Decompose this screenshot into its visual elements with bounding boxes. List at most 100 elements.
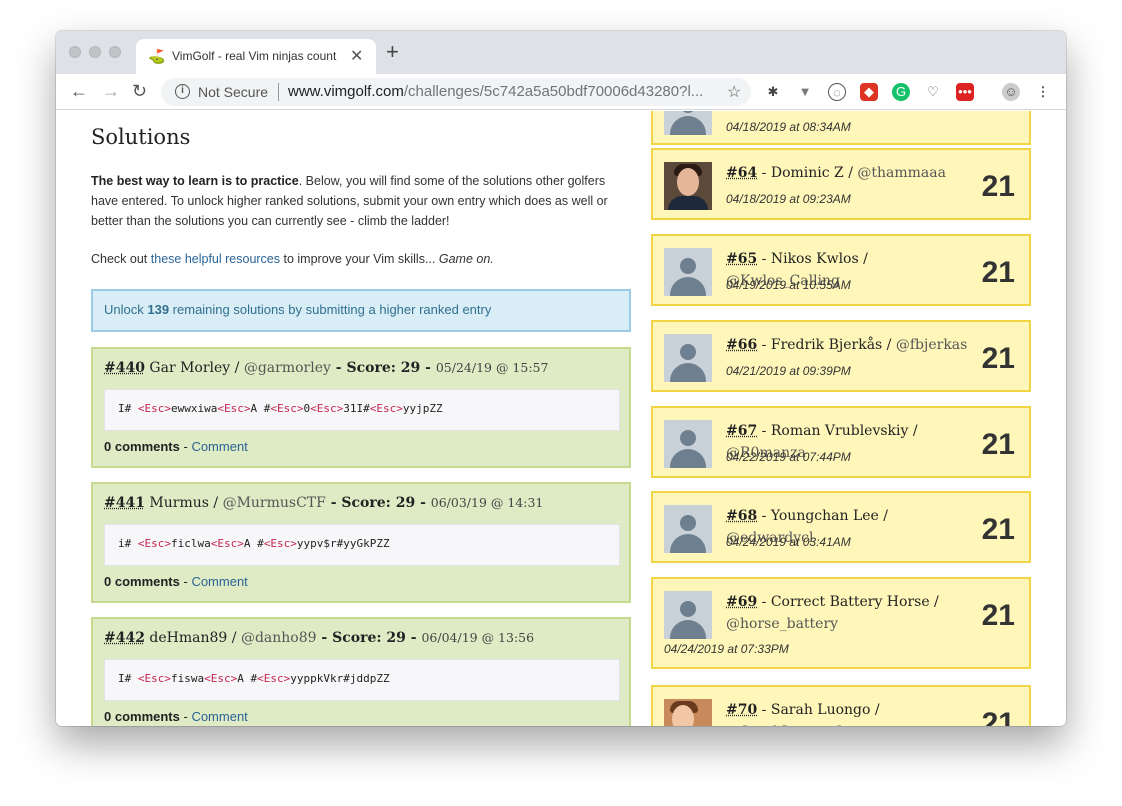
bookmark-star-icon[interactable]: ☆ bbox=[727, 82, 741, 102]
keystroke-text: I# bbox=[118, 672, 138, 685]
solution-number-link[interactable]: #442 bbox=[104, 630, 145, 646]
resources-link[interactable]: these helpful resources bbox=[151, 252, 280, 266]
leaderboard-entry: #65 - Nikos Kwlos / @Kwlos_Calling 04/19/… bbox=[651, 234, 1031, 306]
entry-score: 21 bbox=[981, 170, 1015, 203]
avatar-head bbox=[680, 515, 696, 531]
entry-number-link[interactable]: #65 bbox=[726, 251, 757, 267]
zoom-window-button[interactable] bbox=[109, 46, 121, 58]
solution-footer: 0 comments - Comment bbox=[104, 574, 248, 589]
tab-title: VimGolf - real Vim ninjas count bbox=[172, 49, 337, 63]
vue-extension-icon[interactable]: ▼ bbox=[796, 83, 814, 101]
avatar-head bbox=[680, 111, 696, 113]
unlock-alert: Unlock 139 remaining solutions by submit… bbox=[91, 289, 631, 332]
solution-card: #440 Gar Morley / @garmorley - Score: 29… bbox=[91, 347, 631, 468]
avatar bbox=[664, 591, 712, 639]
avatar bbox=[664, 111, 712, 135]
game-on-text: Game on. bbox=[438, 252, 494, 266]
gear-extension-icon[interactable]: ✱ bbox=[764, 83, 782, 101]
solution-handle[interactable]: @danho89 bbox=[241, 630, 317, 646]
grammarly-extension-icon[interactable]: G bbox=[892, 83, 910, 101]
entry-handle[interactable]: @thammaaa bbox=[857, 165, 946, 181]
solution-keystrokes: I# <Esc>fiswa<Esc>A #<Esc>yyppkVkr#jddpZ… bbox=[104, 659, 620, 701]
octotree-extension-icon[interactable]: ◌ bbox=[828, 83, 846, 101]
entry-number-link[interactable]: #69 bbox=[726, 594, 757, 610]
minimize-window-button[interactable] bbox=[89, 46, 101, 58]
keystroke-text: A # bbox=[237, 672, 258, 685]
avatar-face bbox=[677, 168, 699, 196]
remaining-count: 139 bbox=[147, 302, 170, 317]
solution-score: - Score: 29 - bbox=[316, 630, 422, 646]
entry-number-link[interactable]: #67 bbox=[726, 423, 757, 439]
entry-date: 04/22/2019 at 07:44PM bbox=[726, 450, 851, 464]
comment-link[interactable]: Comment bbox=[191, 439, 247, 454]
tab-bar: ⛳ VimGolf - real Vim ninjas count ✕ + bbox=[56, 31, 1066, 74]
comments-count: 0 comments bbox=[104, 439, 180, 454]
kebab-menu-icon[interactable]: ⋮ bbox=[1034, 83, 1052, 101]
entry-title: #69 - Correct Battery Horse / @horse_bat… bbox=[726, 591, 941, 635]
close-tab-icon[interactable]: ✕ bbox=[350, 46, 363, 66]
avatar-body bbox=[670, 449, 706, 468]
entry-score: 21 bbox=[981, 342, 1015, 375]
solution-author: Murmus / bbox=[144, 495, 223, 511]
profile-avatar-icon[interactable]: ☺ bbox=[1002, 83, 1020, 101]
address-separator bbox=[278, 83, 279, 101]
avatar-shirt bbox=[668, 196, 708, 210]
footer-sep: - bbox=[179, 439, 192, 454]
solution-card: #441 Murmus / @MurmusCTF - Score: 29 - 0… bbox=[91, 482, 631, 603]
comments-count: 0 comments bbox=[104, 709, 180, 724]
solution-date: 06/04/19 @ 13:56 bbox=[421, 630, 535, 645]
entry-score: 21 bbox=[981, 428, 1015, 461]
leaderboard-entry: #69 - Correct Battery Horse / @horse_bat… bbox=[651, 577, 1031, 669]
comment-link[interactable]: Comment bbox=[191, 709, 247, 724]
info-icon[interactable]: i bbox=[175, 84, 190, 99]
browser-tab[interactable]: ⛳ VimGolf - real Vim ninjas count ✕ bbox=[136, 39, 376, 74]
esc-key: <Esc> bbox=[137, 402, 171, 415]
solution-handle[interactable]: @garmorley bbox=[244, 360, 331, 376]
entry-title: #70 - Sarah Luongo / @SarahLuongo3 bbox=[726, 699, 976, 726]
entry-name: - Fredrik Bjerkås / bbox=[757, 337, 896, 353]
address-bar[interactable]: i Not Secure www.vimgolf.com/challenges/… bbox=[161, 78, 751, 106]
reload-icon[interactable]: ↻ bbox=[132, 81, 147, 101]
avatar-face bbox=[672, 705, 694, 726]
entry-date: 04/18/2019 at 09:23AM bbox=[726, 192, 851, 206]
url-text[interactable]: www.vimgolf.com/challenges/5c742a5a50bdf… bbox=[288, 83, 703, 100]
avatar bbox=[664, 334, 712, 382]
solution-number-link[interactable]: #441 bbox=[104, 495, 145, 511]
avatar-body bbox=[670, 534, 706, 553]
avatar-body bbox=[670, 277, 706, 296]
solution-score: - Score: 29 - bbox=[325, 495, 431, 511]
entry-name: - Youngchan Lee / bbox=[757, 508, 889, 524]
esc-key: <Esc> bbox=[310, 402, 344, 415]
entry-date: 04/18/2019 at 08:34AM bbox=[726, 120, 851, 134]
alert-post: remaining solutions by submitting a high… bbox=[169, 302, 492, 317]
entry-date: 04/24/2019 at 03:41AM bbox=[726, 535, 851, 549]
pocket-extension-icon[interactable]: ♡ bbox=[924, 83, 942, 101]
leaderboard-entry: 04/18/2019 at 08:34AM bbox=[651, 111, 1031, 145]
page-content: Solutions The best way to learn is to pr… bbox=[56, 111, 1066, 726]
comment-link[interactable]: Comment bbox=[191, 574, 247, 589]
solution-date: 06/03/19 @ 14:31 bbox=[430, 495, 544, 510]
back-icon[interactable]: ← bbox=[70, 81, 88, 101]
forward-icon[interactable]: → bbox=[102, 81, 120, 101]
solution-handle[interactable]: @MurmusCTF bbox=[223, 495, 326, 511]
lastpass-extension-icon[interactable]: ◆ bbox=[860, 83, 878, 101]
entry-handle[interactable]: @horse_battery bbox=[726, 616, 838, 632]
entry-number-link[interactable]: #70 bbox=[726, 702, 757, 718]
new-tab-button[interactable]: + bbox=[386, 41, 399, 63]
solution-number-link[interactable]: #440 bbox=[104, 360, 145, 376]
entry-number-link[interactable]: #68 bbox=[726, 508, 757, 524]
entry-handle[interactable]: @fbjerkas bbox=[896, 337, 967, 353]
ublock-extension-icon[interactable]: ••• bbox=[956, 83, 974, 101]
esc-key: <Esc> bbox=[270, 402, 304, 415]
solution-date: 05/24/19 @ 15:57 bbox=[435, 360, 549, 375]
entry-handle[interactable]: @SarahLuongo3 bbox=[726, 724, 844, 726]
entry-number-link[interactable]: #66 bbox=[726, 337, 757, 353]
keystroke-text: I# bbox=[118, 402, 138, 415]
esc-key: <Esc> bbox=[369, 402, 403, 415]
entry-name: - Correct Battery Horse / bbox=[757, 594, 939, 610]
url-host: www.vimgolf.com bbox=[288, 83, 404, 100]
esc-key: <Esc> bbox=[257, 672, 291, 685]
entry-number-link[interactable]: #64 bbox=[726, 165, 757, 181]
close-window-button[interactable] bbox=[69, 46, 81, 58]
esc-key: <Esc> bbox=[217, 402, 251, 415]
